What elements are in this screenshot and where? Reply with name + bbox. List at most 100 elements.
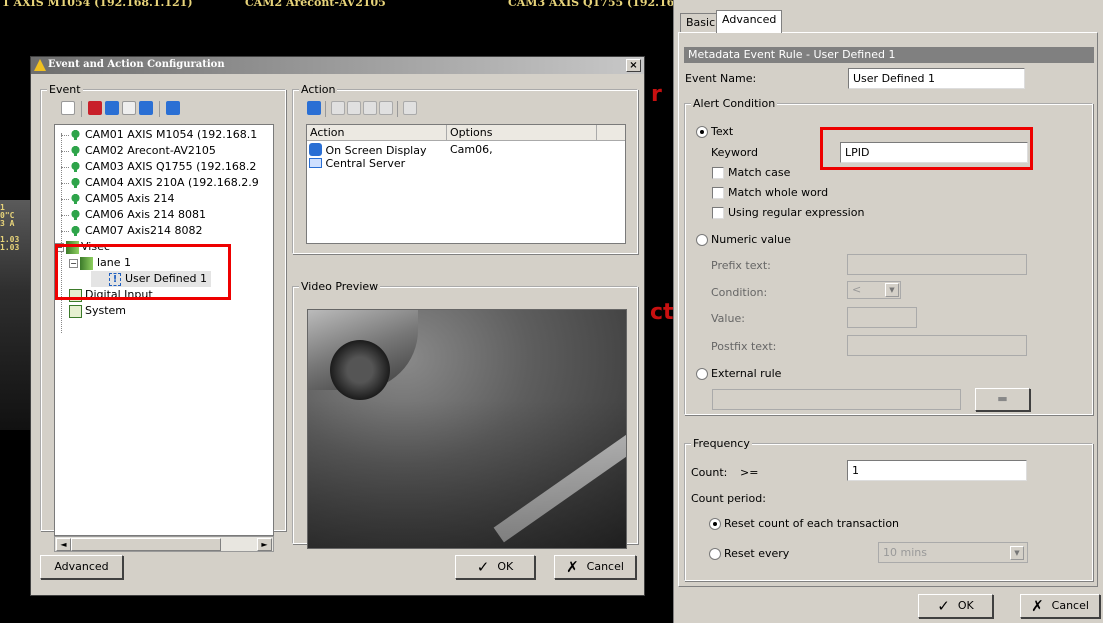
mail-icon bbox=[309, 158, 322, 168]
new-file-icon[interactable] bbox=[61, 101, 75, 115]
properties-icon[interactable] bbox=[139, 101, 153, 115]
cancel-button[interactable]: ✗ Cancel bbox=[554, 555, 636, 579]
tree-item-label: CAM07 Axis214 8082 bbox=[85, 224, 203, 237]
edit-action-icon[interactable] bbox=[379, 101, 393, 115]
regex-checkbox[interactable] bbox=[712, 207, 724, 219]
table-cell-action: On Screen Display bbox=[325, 144, 427, 157]
advanced-tab-page: Metadata Event Rule - User Defined 1 Eve… bbox=[678, 32, 1098, 587]
match-whole-word-checkbox[interactable] bbox=[712, 187, 724, 199]
text-radio[interactable] bbox=[696, 126, 708, 138]
camera-icon bbox=[69, 130, 82, 140]
video-preview-group: Video Preview bbox=[292, 280, 638, 549]
browse-button[interactable]: ▬ bbox=[975, 388, 1030, 411]
scroll-right-icon[interactable]: ► bbox=[257, 538, 272, 551]
camera-icon bbox=[69, 194, 82, 204]
condition-select[interactable]: < ▼ bbox=[847, 281, 901, 299]
value-label: Value: bbox=[711, 312, 745, 325]
tree-line bbox=[61, 135, 69, 136]
tree-item-user-defined-1[interactable]: ! User Defined 1 bbox=[91, 271, 211, 287]
copy-icon[interactable] bbox=[105, 101, 119, 115]
collapse-icon[interactable]: − bbox=[55, 243, 64, 252]
value-input[interactable] bbox=[847, 307, 917, 328]
event-group-label: Event bbox=[47, 83, 83, 96]
event-group: Event CAM01 AXIS M1054 (192.168.1 CAM02 … bbox=[40, 83, 286, 552]
scroll-thumb[interactable] bbox=[71, 538, 221, 551]
collapse-icon[interactable]: − bbox=[69, 259, 78, 268]
external-rule-input[interactable] bbox=[712, 389, 961, 410]
count-operator: >= bbox=[740, 466, 759, 479]
tree-item-label: User Defined 1 bbox=[125, 272, 207, 285]
action-toolbar bbox=[307, 101, 507, 117]
numeric-radio[interactable] bbox=[696, 234, 708, 246]
camera-icon bbox=[69, 146, 82, 156]
paste-action-icon[interactable] bbox=[363, 101, 377, 115]
check-icon: ✓ bbox=[476, 558, 490, 576]
delete-action-icon[interactable] bbox=[331, 101, 345, 115]
reset-every-select[interactable]: 10 mins ▼ bbox=[878, 542, 1028, 563]
action-group-label: Action bbox=[299, 83, 338, 96]
advanced-button[interactable]: Advanced bbox=[40, 555, 123, 579]
condition-label: Condition: bbox=[711, 286, 768, 299]
tree-item-label: CAM04 AXIS 210A (192.168.2.9 bbox=[85, 176, 259, 189]
dialog-titlebar[interactable]: Event and Action Configuration × bbox=[31, 57, 644, 74]
paste-icon[interactable] bbox=[122, 101, 136, 115]
event-tree: CAM01 AXIS M1054 (192.168.1 CAM02 Arecon… bbox=[54, 124, 274, 536]
table-row[interactable]: On Screen Display bbox=[309, 143, 427, 157]
add-action-icon[interactable] bbox=[307, 101, 321, 115]
event-toolbar bbox=[61, 101, 261, 117]
folder-icon: ▬ bbox=[997, 392, 1008, 405]
match-case-checkbox[interactable] bbox=[712, 167, 724, 179]
event-name-input[interactable]: User Defined 1 bbox=[848, 68, 1025, 89]
keyword-input[interactable]: LPID bbox=[840, 142, 1028, 163]
plugin-icon bbox=[66, 241, 79, 254]
frequency-label: Frequency bbox=[691, 437, 752, 450]
test-action-icon[interactable] bbox=[403, 101, 417, 115]
copy-action-icon[interactable] bbox=[347, 101, 361, 115]
tree-line bbox=[61, 199, 69, 200]
action-group: Action Action Options On Screen Display … bbox=[292, 83, 638, 254]
check-icon: ✓ bbox=[937, 597, 950, 615]
cancel-label: Cancel bbox=[1051, 599, 1089, 612]
camera-header-3: CAM3 AXIS Q1755 (192.16 bbox=[508, 0, 675, 9]
tree-horizontal-scrollbar[interactable]: ◄ ► bbox=[54, 536, 274, 552]
save-icon[interactable] bbox=[166, 101, 180, 115]
external-radio[interactable] bbox=[696, 368, 708, 380]
reset-every-radio[interactable] bbox=[709, 548, 721, 560]
video-preview-label: Video Preview bbox=[299, 280, 381, 293]
toolbar-separator bbox=[325, 101, 326, 117]
match-case-label: Match case bbox=[728, 166, 791, 179]
regex-label: Using regular expression bbox=[728, 206, 865, 219]
table-cell-options: Cam06, bbox=[450, 143, 493, 156]
close-button[interactable]: × bbox=[626, 59, 641, 72]
column-header-options[interactable]: Options bbox=[447, 125, 597, 141]
ok-button[interactable]: ✓ OK bbox=[455, 555, 535, 579]
action-table: Action Options On Screen Display Cam06, … bbox=[306, 124, 626, 244]
prefix-input[interactable] bbox=[847, 254, 1027, 275]
frequency-group: Frequency Count: >= 1 Count period: Rese… bbox=[684, 437, 1093, 581]
tree-line bbox=[61, 231, 69, 232]
camera-icon bbox=[69, 226, 82, 236]
tab-advanced[interactable]: Advanced bbox=[716, 10, 783, 33]
count-label: Count: bbox=[691, 466, 728, 479]
delete-icon[interactable] bbox=[88, 101, 102, 115]
column-header-action[interactable]: Action bbox=[307, 125, 447, 141]
vehicle-wheel bbox=[330, 340, 390, 400]
scroll-left-icon[interactable]: ◄ bbox=[56, 538, 71, 551]
numeric-option-label: Numeric value bbox=[711, 233, 791, 246]
condition-value: < bbox=[852, 283, 862, 296]
tab-basic[interactable]: Basic bbox=[680, 13, 722, 32]
tree-line bbox=[61, 133, 62, 333]
count-input[interactable]: 1 bbox=[847, 460, 1027, 481]
postfix-input[interactable] bbox=[847, 335, 1027, 356]
tree-item-label: Digital Input bbox=[85, 288, 153, 301]
right-cancel-button[interactable]: ✗ Cancel bbox=[1020, 594, 1100, 618]
road-shade bbox=[308, 400, 626, 548]
event-action-dialog: Event and Action Configuration × Event C… bbox=[30, 56, 645, 596]
digital-input-icon bbox=[69, 289, 82, 302]
table-row[interactable]: Central Server bbox=[309, 157, 405, 170]
reset-every-label: Reset every bbox=[724, 547, 790, 560]
reset-each-radio[interactable] bbox=[709, 518, 721, 530]
tree-item-label: CAM01 AXIS M1054 (192.168.1 bbox=[85, 128, 258, 141]
chevron-down-icon: ▼ bbox=[1010, 546, 1024, 560]
right-ok-button[interactable]: ✓ OK bbox=[918, 594, 993, 618]
